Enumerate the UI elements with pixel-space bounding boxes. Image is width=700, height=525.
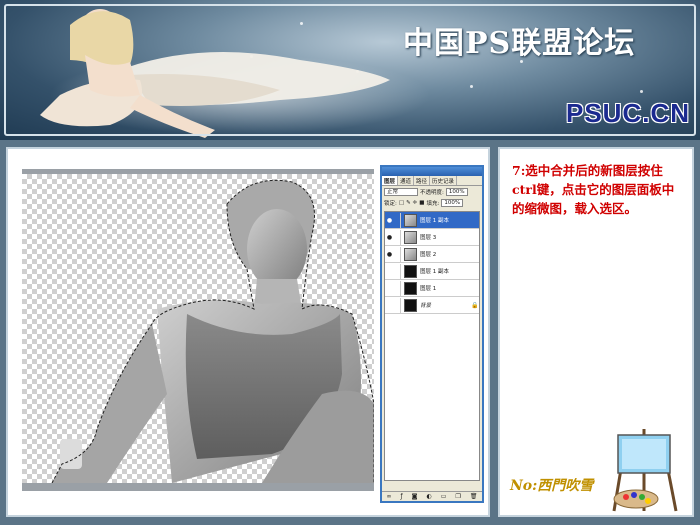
layer-name: 图层 1 副本 (420, 269, 449, 275)
layer-thumbnail[interactable] (404, 281, 417, 295)
fill-label: 填充: (426, 200, 440, 207)
tab-paths[interactable]: 路径 (414, 176, 431, 185)
link-layers-icon[interactable]: ∞ (387, 493, 392, 500)
tab-channels[interactable]: 通道 (398, 176, 415, 185)
layer-thumbnail[interactable] (404, 298, 417, 312)
layer-style-icon[interactable]: ƒ (401, 493, 403, 500)
lock-label: 锁定: (384, 200, 397, 207)
lock-transparent-icon[interactable]: □ (399, 200, 404, 206)
tab-layers[interactable]: 图层 (382, 176, 399, 185)
trash-icon[interactable]: 🗑 (470, 493, 478, 500)
layer-row[interactable]: 图层 1 (385, 280, 479, 297)
group-icon[interactable]: ▭ (441, 493, 447, 500)
mask-icon[interactable]: ◙ (412, 493, 418, 500)
eye-icon[interactable]: ● (385, 251, 394, 258)
easel-icon (612, 429, 678, 512)
photoshop-canvas (22, 169, 374, 491)
instruction-text: 7:选中合并后的新图层按住ctrl键，点击它的图层面板中的缩微图，载入选区。 (512, 163, 675, 216)
layer-name: 图层 1 (420, 286, 437, 292)
lock-icon: 🔒 (471, 301, 479, 309)
layer-list: ● 图层 1 副本 ● 图层 3 ● 图层 2 图层 1 副本 图层 1 背景 … (384, 211, 480, 481)
lock-move-icon[interactable]: ✛ (413, 200, 418, 206)
layers-palette: 图层 通道 路径 历史记录 正常 不透明度: 100% 锁定: □ ✎ ✛ ■ … (380, 165, 484, 503)
layer-thumbnail[interactable] (404, 264, 417, 278)
layer-thumbnail[interactable] (404, 247, 417, 261)
layer-name: 图层 2 (420, 252, 437, 258)
lock-row: 锁定: □ ✎ ✛ ■ 填充: 100% (382, 197, 482, 208)
adjustment-icon[interactable]: ◐ (427, 493, 432, 500)
blend-mode-select[interactable]: 正常 (384, 187, 418, 196)
layer-row[interactable]: ● 图层 1 副本 (385, 212, 479, 229)
screenshot-panel: 图层 通道 路径 历史记录 正常 不透明度: 100% 锁定: □ ✎ ✛ ■ … (6, 147, 490, 517)
new-layer-icon[interactable]: ❐ (455, 493, 460, 500)
tab-history[interactable]: 历史记录 (430, 176, 458, 185)
layer-name: 背景 (420, 303, 432, 309)
eye-icon[interactable]: ● (385, 234, 394, 241)
opacity-label: 不透明度: (420, 189, 444, 196)
woman-photo-with-selection (51, 179, 374, 483)
layer-name: 图层 3 (420, 235, 437, 241)
layer-thumbnail[interactable] (404, 213, 417, 227)
opacity-input[interactable]: 100% (445, 187, 468, 196)
blend-row: 正常 不透明度: 100% (382, 186, 482, 197)
layer-row[interactable]: ● 图层 2 (385, 246, 479, 263)
author-signature: No:西門吹雪 (510, 478, 594, 494)
palette-bottom-toolbar: ∞ ƒ ◙ ◐ ▭ ❐ 🗑 (382, 491, 482, 501)
eye-icon[interactable]: ● (385, 217, 394, 224)
layer-row[interactable]: 背景 🔒 (385, 297, 479, 314)
instruction-panel: 7:选中合并后的新图层按住ctrl键，点击它的图层面板中的缩微图，载入选区。 N… (498, 147, 694, 517)
fill-input[interactable]: 100% (441, 198, 464, 207)
site-logo: PSUC.CN (566, 98, 691, 128)
site-title: 中国PS联盟论坛 (403, 26, 636, 61)
layer-row[interactable]: 图层 1 副本 (385, 263, 479, 280)
lock-brush-icon[interactable]: ✎ (406, 200, 411, 206)
palette-titlebar[interactable] (382, 167, 482, 176)
palette-tabs: 图层 通道 路径 历史记录 (382, 176, 482, 186)
layer-thumbnail[interactable] (404, 230, 417, 244)
layer-name: 图层 1 副本 (420, 218, 449, 224)
layer-row[interactable]: ● 图层 3 (385, 229, 479, 246)
lock-all-icon[interactable]: ■ (419, 200, 424, 206)
site-banner: 中国PS联盟论坛 PSUC.CN (0, 0, 700, 140)
